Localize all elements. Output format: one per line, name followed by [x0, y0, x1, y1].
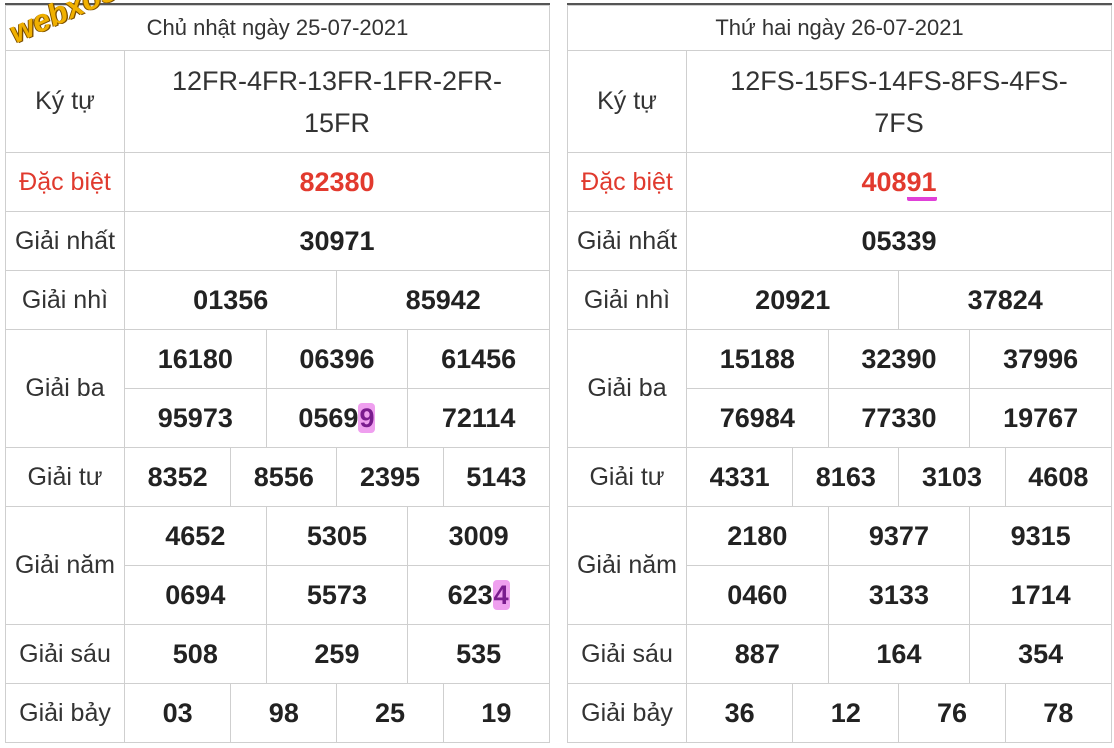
giai-tu-value: 2395: [336, 447, 444, 507]
ky-tu-line1: 12FS-15FS-14FS-8FS-4FS-: [730, 65, 1068, 96]
giai-sau-value: 354: [969, 624, 1112, 684]
label-giai-sau: Giải sáu: [5, 624, 125, 684]
giai-nam-value-highlighted: 6234: [407, 565, 550, 625]
giai-nhi-value: 37824: [898, 270, 1112, 330]
label-ky-tu: Ký tự: [5, 50, 125, 153]
giai-nhat-value: 05339: [686, 211, 1112, 271]
label-giai-nam: Giải năm: [5, 506, 125, 625]
label-ky-tu: Ký tự: [567, 50, 687, 153]
giai-tu-value: 4608: [1004, 447, 1113, 507]
dac-biet-value: 40891: [686, 152, 1112, 212]
giai-ba-value: 37996: [969, 329, 1112, 389]
giai-nhi-value: 20921: [685, 270, 900, 330]
label-giai-ba: Giải ba: [5, 329, 125, 448]
giai-nhat-value: 30971: [124, 211, 550, 271]
dac-biet-value: 82380: [124, 152, 550, 212]
giai-tu-value: 4331: [685, 447, 794, 507]
label-dac-biet: Đặc biệt: [567, 152, 687, 212]
giai-ba-value: 32390: [827, 329, 971, 389]
giai-nhi-value: 85942: [336, 270, 550, 330]
result-table-left: Chủ nhật ngày 25-07-2021 Ký tự 12FR-4FR-…: [5, 5, 551, 743]
giai-nam-value: 3009: [407, 506, 550, 566]
giai-nam-value: 5573: [265, 565, 409, 625]
digits: 0569: [298, 402, 359, 433]
giai-nam-value: 5305: [265, 506, 409, 566]
label-giai-tu: Giải tư: [5, 447, 125, 507]
giai-bay-value: 12: [792, 683, 900, 743]
ky-tu-value: 12FS-15FS-14FS-8FS-4FS- 7FS: [686, 50, 1112, 153]
giai-bay-value: 19: [442, 683, 551, 743]
highlight-mark: 4: [492, 579, 510, 610]
giai-tu-value: 8352: [123, 447, 232, 507]
giai-ba-value: 19767: [969, 388, 1112, 448]
giai-ba-value: 16180: [124, 329, 267, 389]
giai-ba-value: 77330: [827, 388, 971, 448]
label-dac-biet: Đặc biệt: [5, 152, 125, 212]
digits: 623: [447, 579, 493, 610]
giai-ba-value: 06396: [265, 329, 409, 389]
label-giai-nam: Giải năm: [567, 506, 687, 625]
giai-ba-value: 15188: [686, 329, 829, 389]
giai-nam-value: 9377: [827, 506, 971, 566]
result-table-right: Thứ hai ngày 26-07-2021 Ký tự 12FS-15FS-…: [567, 5, 1113, 743]
label-giai-sau: Giải sáu: [567, 624, 687, 684]
giai-nhi-value: 01356: [123, 270, 338, 330]
giai-nam-value: 0694: [124, 565, 267, 625]
giai-tu-value: 8556: [230, 447, 338, 507]
label-giai-bay: Giải bảy: [5, 683, 125, 743]
ky-tu-line1: 12FR-4FR-13FR-1FR-2FR-: [171, 65, 503, 96]
label-giai-nhat: Giải nhất: [567, 211, 687, 271]
label-giai-nhi: Giải nhì: [5, 270, 125, 330]
date-title: Thứ hai ngày 26-07-2021: [567, 5, 1112, 51]
giai-tu-value: 3103: [898, 447, 1006, 507]
giai-nam-value: 3133: [827, 565, 971, 625]
giai-tu-value: 5143: [442, 447, 551, 507]
ky-tu-line2: 7FS: [874, 107, 924, 138]
ky-tu-line2: 15FR: [303, 107, 371, 138]
giai-ba-value: 61456: [407, 329, 550, 389]
giai-sau-value: 508: [124, 624, 267, 684]
giai-bay-value: 03: [123, 683, 232, 743]
giai-nam-value: 1714: [969, 565, 1112, 625]
ky-tu-value: 12FR-4FR-13FR-1FR-2FR- 15FR: [124, 50, 550, 153]
label-giai-ba: Giải ba: [567, 329, 687, 448]
giai-bay-value: 78: [1004, 683, 1113, 743]
label-giai-bay: Giải bảy: [567, 683, 687, 743]
giai-ba-value: 95973: [124, 388, 267, 448]
highlight-mark: 9: [358, 402, 376, 433]
label-giai-nhi: Giải nhì: [567, 270, 687, 330]
giai-sau-value: 259: [265, 624, 409, 684]
giai-sau-value: 887: [686, 624, 829, 684]
giai-nam-value: 2180: [686, 506, 829, 566]
giai-bay-value: 98: [230, 683, 338, 743]
giai-nam-value: 9315: [969, 506, 1112, 566]
label-giai-nhat: Giải nhất: [5, 211, 125, 271]
giai-bay-value: 25: [336, 683, 444, 743]
giai-bay-value: 36: [685, 683, 794, 743]
label-giai-tu: Giải tư: [567, 447, 687, 507]
giai-nam-value: 4652: [124, 506, 267, 566]
giai-ba-value: 76984: [686, 388, 829, 448]
giai-tu-value: 8163: [792, 447, 900, 507]
underline-mark: 91: [906, 166, 937, 201]
giai-ba-value-highlighted: 05699: [265, 388, 409, 448]
giai-sau-value: 164: [827, 624, 971, 684]
digits: 408: [861, 166, 907, 197]
giai-ba-value: 72114: [407, 388, 550, 448]
giai-bay-value: 76: [898, 683, 1006, 743]
giai-nam-value: 0460: [686, 565, 829, 625]
giai-sau-value: 535: [407, 624, 550, 684]
